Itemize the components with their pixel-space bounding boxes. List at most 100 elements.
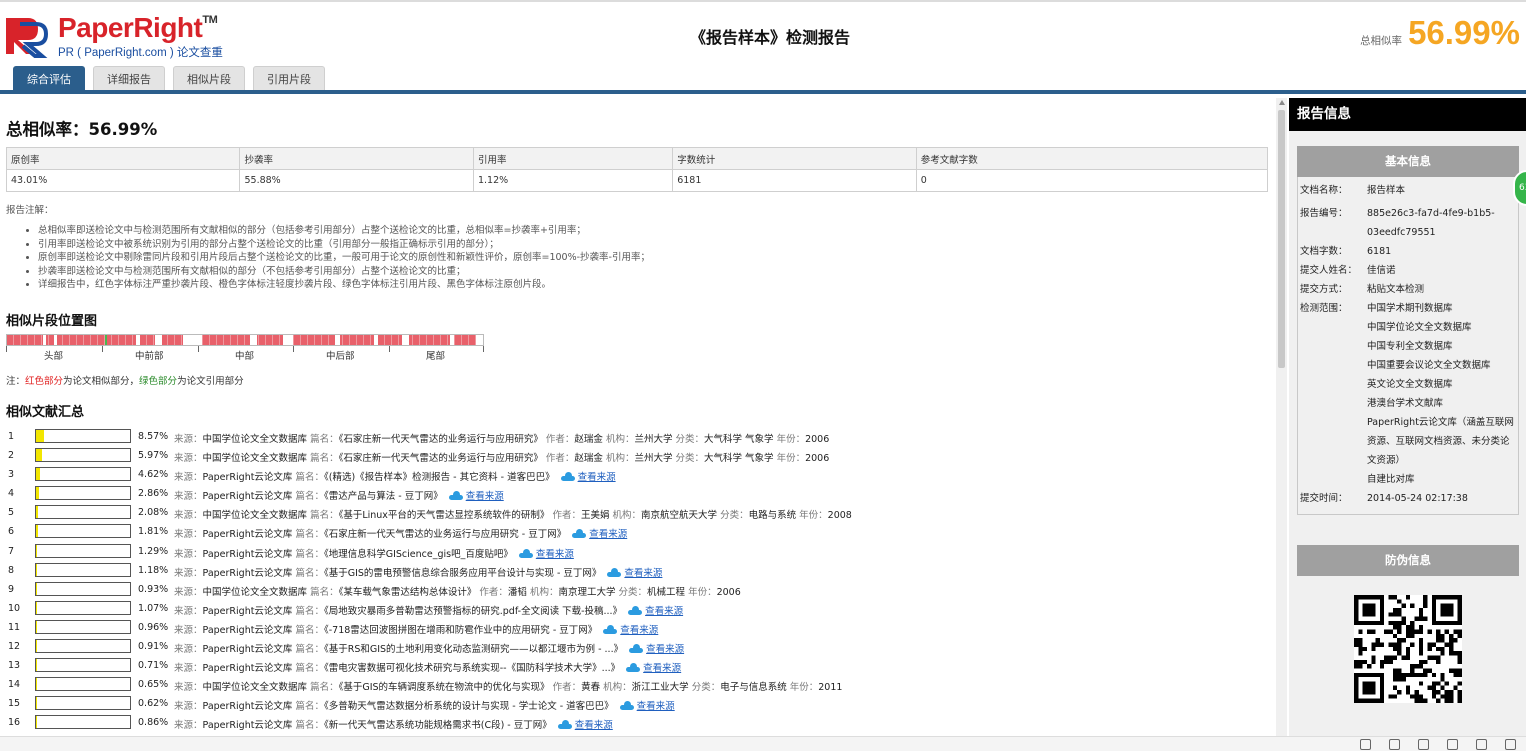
similar-segment[interactable] bbox=[454, 335, 476, 345]
author-label: 作者： bbox=[479, 586, 508, 598]
tab-4[interactable]: 引用片段 bbox=[253, 66, 325, 92]
position-map-tick bbox=[483, 346, 484, 352]
bottom-toolbar bbox=[0, 736, 1526, 751]
segment-divider bbox=[62, 335, 63, 345]
info-values: 885e26c3-fa7d-4fe9-b1b5-03eedfc79551 bbox=[1367, 204, 1518, 242]
view-source-link[interactable]: 查看来源 bbox=[578, 472, 616, 483]
year-label: 年份： bbox=[799, 510, 828, 522]
segment-divider bbox=[13, 335, 14, 345]
volume-icon[interactable] bbox=[1447, 739, 1458, 750]
similarity-bar bbox=[35, 467, 131, 482]
segment-divider bbox=[433, 335, 434, 345]
segment-divider bbox=[258, 335, 259, 345]
source-row: 16 0.86% 来源：PaperRight云论文库 篇名：《新一代天气雷达系统功能… bbox=[0, 714, 1276, 733]
view-source-link[interactable]: 查看来源 bbox=[575, 720, 613, 731]
info-values: 佳信诺 bbox=[1367, 261, 1518, 280]
summary-table: 原创率 抄袭率 引用率 字数统计 参考文献字数 43.01% 55.88% 1.… bbox=[5, 147, 1269, 192]
row-number: 14 bbox=[8, 679, 21, 691]
title-label: 篇名： bbox=[310, 453, 339, 465]
scrollbar-thumb[interactable] bbox=[1278, 110, 1285, 368]
row-number: 1 bbox=[8, 431, 15, 442]
view-source-link[interactable]: 查看来源 bbox=[466, 491, 504, 502]
search-icon[interactable] bbox=[1505, 739, 1516, 750]
info-values: 中国学术期刊数据库 中国学位论文全文数据库 中国专利全文数据库 中国重要会议论文全文数… bbox=[1367, 299, 1518, 489]
view-source-link[interactable]: 查看来源 bbox=[645, 606, 683, 617]
similar-segment[interactable] bbox=[161, 335, 184, 345]
tab-2[interactable]: 详细报告 bbox=[93, 66, 165, 92]
info-value: 中国重要会议论文全文数据库 bbox=[1367, 360, 1491, 371]
similarity-percent: 1.07% bbox=[138, 602, 169, 614]
source-info: 来源：PaperRight云论文库 篇名：《多普勒天气雷达数据分析系统的设计与实… bbox=[174, 698, 675, 712]
main-content[interactable]: 总相似率：56.99% 原创率 抄袭率 引用率 字数统计 参考文献字数 43.0… bbox=[0, 94, 1276, 734]
view-source-link[interactable]: 查看来源 bbox=[643, 663, 681, 674]
share-icon[interactable] bbox=[1389, 739, 1400, 750]
summary-header-cell: 引用率 bbox=[472, 147, 674, 170]
similar-segment[interactable] bbox=[409, 335, 450, 345]
segment-divider bbox=[195, 335, 196, 345]
info-key: 检测范围： bbox=[1300, 303, 1348, 314]
main-scrollbar[interactable] bbox=[1276, 98, 1287, 736]
similar-segment[interactable] bbox=[56, 335, 84, 345]
segment-divider bbox=[335, 335, 336, 345]
org-label: 机构： bbox=[529, 586, 559, 598]
similarity-bar-fill bbox=[36, 506, 38, 519]
row-number: 7 bbox=[8, 545, 15, 557]
source-row: 5 2.08% 来源：中国学位论文全文数据库 篇名：《基于Linux平台的天气雷达显… bbox=[0, 504, 1276, 523]
info-value: PaperRight云论文库（涵盖互联网资源、互联网文档资源、未分类论文资源） bbox=[1367, 417, 1514, 466]
view-source-link[interactable]: 查看来源 bbox=[589, 529, 627, 540]
note-item: 引用率即送检论文中被系统识别为引用的部分占整个送检论文的比重（引用部分一般指正确… bbox=[38, 238, 650, 252]
position-map-bar[interactable] bbox=[6, 334, 484, 346]
anti-fake-title: 防伪信息 bbox=[1297, 545, 1519, 576]
window-icon[interactable] bbox=[1476, 739, 1487, 750]
tab-3[interactable]: 相似片段 bbox=[173, 66, 245, 92]
year-label: 年份： bbox=[776, 434, 806, 445]
scroll-up-arrow-icon[interactable] bbox=[1279, 100, 1285, 105]
legend-red: 红色部分 bbox=[25, 376, 64, 387]
segment-divider bbox=[307, 335, 308, 345]
segment-divider bbox=[412, 335, 413, 345]
author-label: 作者： bbox=[552, 682, 582, 694]
position-map-tick bbox=[198, 346, 199, 352]
view-source-link[interactable]: 查看来源 bbox=[620, 625, 658, 636]
source-label: 来源： bbox=[174, 663, 203, 675]
source-row: 3 4.62% 来源：PaperRight云论文库 篇名：《(精选)《报告样本》检测… bbox=[0, 466, 1276, 485]
view-source-link[interactable]: 查看来源 bbox=[646, 644, 684, 655]
title-label: 篇名： bbox=[295, 529, 324, 541]
note-item: 详细报告中，红色字体标注严重抄袭片段、橙色字体标注轻度抄袭片段、绿色字体标注引用… bbox=[38, 278, 650, 292]
segment-divider bbox=[405, 335, 406, 345]
segment-divider bbox=[426, 335, 427, 345]
segment-divider bbox=[230, 335, 231, 345]
row-number: 12 bbox=[8, 641, 21, 653]
segment-divider bbox=[125, 335, 126, 345]
source-label: 来源： bbox=[174, 586, 203, 598]
info-field: 提交人姓名： 佳信诺 bbox=[1298, 261, 1518, 280]
similar-segment[interactable] bbox=[83, 335, 105, 345]
overall-score: 总相似率 56.99% bbox=[1360, 14, 1520, 52]
title-label: 篇名： bbox=[295, 663, 324, 675]
pin-icon[interactable] bbox=[1360, 739, 1371, 750]
info-field: 文档字数： 6181 bbox=[1298, 242, 1518, 261]
segment-divider bbox=[321, 335, 322, 345]
position-label: 中前部 bbox=[135, 351, 164, 362]
source-org: 南京理工大学 bbox=[558, 586, 616, 598]
source-category: 大气科学 气象学 bbox=[704, 434, 774, 445]
source-label: 来源： bbox=[174, 720, 203, 732]
source-db: PaperRight云论文库 bbox=[202, 624, 293, 636]
view-source-link[interactable]: 查看来源 bbox=[536, 549, 574, 560]
position-label: 中部 bbox=[235, 351, 255, 362]
tab-1[interactable]: 综合评估 bbox=[13, 66, 85, 92]
header: PaperRightTM PR ( PaperRight.com ) 论文查重 … bbox=[0, 2, 1526, 92]
position-map-tick bbox=[389, 346, 390, 352]
sources-list: 1 8.57% 来源：中国学位论文全文数据库 篇名：《石家庄新一代天气雷达的业务运行… bbox=[0, 428, 1276, 734]
source-info: 来源：PaperRight云论文库 篇名：《基于GIS的雷电预警信息综合服务应用… bbox=[174, 565, 662, 579]
delete-icon[interactable] bbox=[1418, 739, 1429, 750]
source-year: 2006 bbox=[716, 586, 741, 598]
view-source-link[interactable]: 查看来源 bbox=[624, 568, 662, 579]
info-field: 文档名称： 报告样本 bbox=[1298, 181, 1518, 200]
source-info: 来源：PaperRight云论文库 篇名：《新一代天气雷达系统功能规格需求书(C… bbox=[174, 717, 613, 731]
source-db: PaperRight云论文库 bbox=[202, 567, 293, 579]
brand-logo[interactable]: PaperRightTM PR ( PaperRight.com ) 论文查重 bbox=[6, 12, 226, 62]
info-field: 提交方式： 粘贴文本检测 bbox=[1298, 280, 1518, 299]
view-source-link[interactable]: 查看来源 bbox=[637, 701, 675, 712]
title-label: 篇名： bbox=[295, 720, 324, 732]
